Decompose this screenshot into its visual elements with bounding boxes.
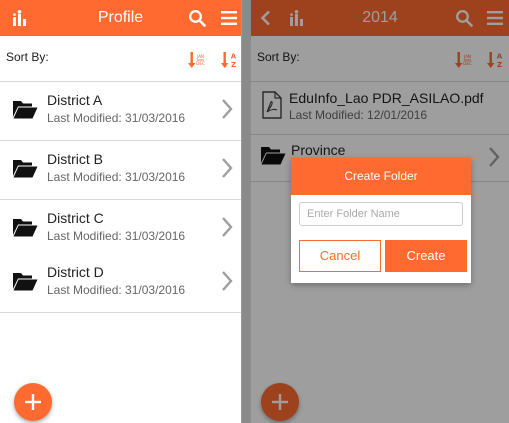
profile-screen: Profile Sort By: JAN DEC A Z District A … bbox=[0, 0, 242, 423]
create-folder-dialog: Create Folder Cancel Create bbox=[291, 158, 471, 283]
plus-icon bbox=[25, 394, 41, 410]
search-icon[interactable] bbox=[188, 9, 206, 32]
menu-icon[interactable] bbox=[221, 11, 237, 30]
list-item[interactable]: District C Last Modified: 31/03/2016 bbox=[0, 200, 241, 259]
chevron-right-icon[interactable] bbox=[221, 98, 233, 125]
item-name: District B bbox=[47, 151, 103, 167]
item-modified: Last Modified: 31/03/2016 bbox=[47, 283, 186, 297]
sort-bar: Sort By: JAN DEC A Z bbox=[0, 36, 241, 82]
cancel-button[interactable]: Cancel bbox=[299, 240, 381, 272]
folder-screen: 2014 Sort By: JAN DEC A Z EduInfo_Lao PD… bbox=[251, 0, 509, 423]
dialog-title: Create Folder bbox=[291, 158, 471, 195]
item-name: District A bbox=[47, 92, 103, 108]
folder-open-icon bbox=[12, 271, 38, 296]
list-item[interactable]: District A Last Modified: 31/03/2016 bbox=[0, 82, 241, 141]
item-modified: Last Modified: 31/03/2016 bbox=[47, 170, 186, 184]
sort-date-badge-top: JAN bbox=[196, 54, 204, 59]
sort-alpha-badge-top: A bbox=[231, 53, 237, 61]
chevron-right-icon[interactable] bbox=[221, 157, 233, 184]
item-modified: Last Modified: 31/03/2016 bbox=[47, 111, 186, 125]
chevron-right-icon[interactable] bbox=[221, 270, 233, 297]
folder-name-input[interactable] bbox=[299, 202, 463, 226]
folder-open-icon bbox=[12, 99, 38, 124]
sort-alpha-badge-bottom: Z bbox=[231, 61, 236, 69]
list-item[interactable]: District B Last Modified: 31/03/2016 bbox=[0, 141, 241, 200]
list-item[interactable]: District D Last Modified: 31/03/2016 bbox=[0, 254, 241, 313]
add-button[interactable] bbox=[14, 383, 52, 421]
sort-label: Sort By: bbox=[6, 50, 49, 64]
create-button[interactable]: Create bbox=[385, 240, 467, 272]
folder-open-icon bbox=[12, 158, 38, 183]
item-name: District C bbox=[47, 210, 104, 226]
folder-open-icon bbox=[12, 217, 38, 242]
sort-alphabetical-icon[interactable]: A Z bbox=[221, 51, 239, 74]
sort-date-badge-bottom: DEC bbox=[196, 61, 205, 66]
item-name: District D bbox=[47, 264, 104, 280]
item-modified: Last Modified: 31/03/2016 bbox=[47, 229, 186, 243]
app-bar: Profile bbox=[0, 0, 241, 36]
chevron-right-icon[interactable] bbox=[221, 216, 233, 243]
sort-by-date-icon[interactable]: JAN DEC bbox=[188, 51, 206, 74]
